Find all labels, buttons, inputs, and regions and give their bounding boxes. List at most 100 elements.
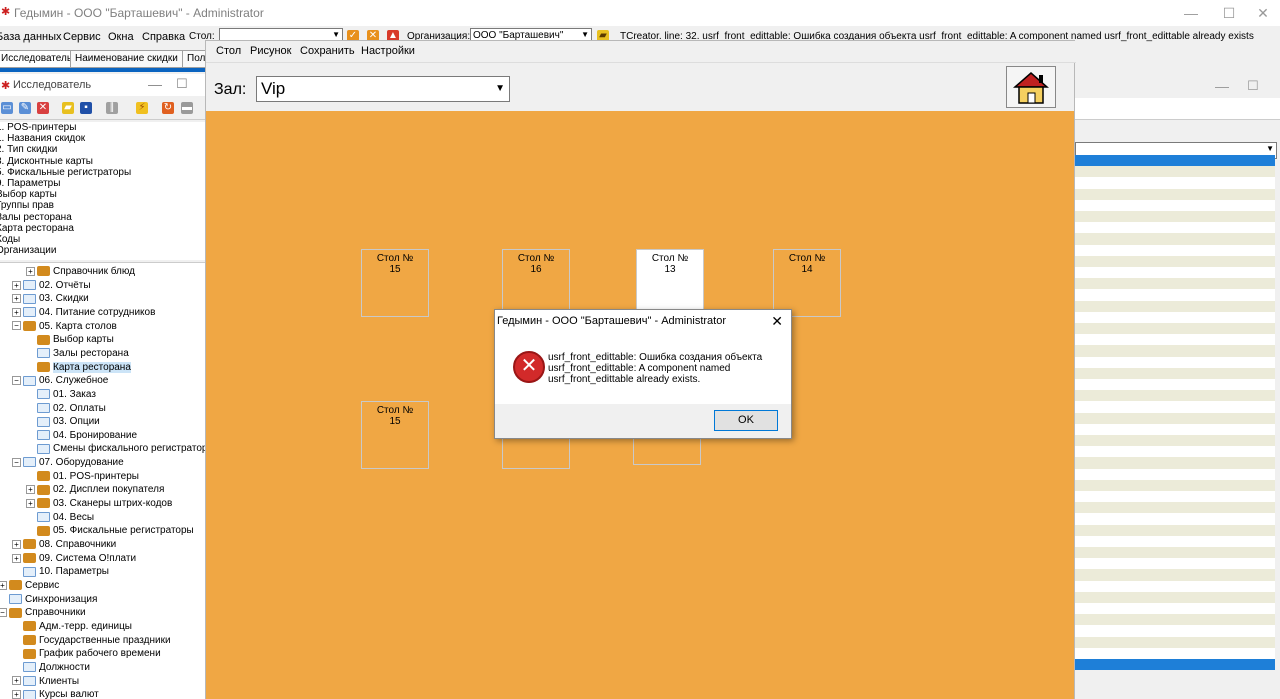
open-icon[interactable]: ▰ [62,102,74,114]
tree-item[interactable]: − 06. Служебное [12,374,108,387]
minimize-icon[interactable]: — [1215,78,1229,94]
grid-row[interactable] [1075,659,1275,670]
grid-row[interactable] [1075,535,1275,547]
expand-icon[interactable]: + [12,553,21,563]
grid-row[interactable] [1075,603,1275,615]
quick-list-item[interactable]: Коды [0,234,20,245]
grid-row[interactable] [1075,199,1275,211]
grid-row[interactable] [1075,502,1275,514]
expand-icon[interactable]: + [26,485,35,495]
delete-record-icon[interactable]: ✕ [37,102,49,114]
grid-row[interactable] [1075,513,1275,525]
menu-save[interactable]: Сохранить [300,45,355,57]
tree-item[interactable]: − Справочники [0,606,86,619]
grid-row[interactable] [1075,647,1275,659]
attach-icon[interactable]: ∥ [106,102,118,114]
table-tile[interactable]: Стол № 15 [361,249,429,317]
tree-item[interactable]: + Курсы валют [12,688,99,699]
expand-icon[interactable]: + [12,307,21,317]
grid-row[interactable] [1075,356,1275,368]
minimize-icon[interactable]: — [148,76,162,92]
tree-item[interactable]: 05. Фискальные регистраторы [26,524,194,537]
table-tile[interactable]: Стол № 13 [636,249,704,317]
tree-item[interactable]: +03. Скидки [12,292,89,305]
maximize-icon[interactable]: ☐ [176,76,188,92]
expand-icon[interactable]: + [26,266,35,276]
tree-item[interactable]: +09. Система О!плати [12,552,136,565]
hall-select[interactable]: Vip ▼ [256,76,510,102]
grid-row[interactable] [1075,334,1275,346]
grid-row[interactable] [1075,367,1275,379]
grid-row[interactable] [1075,345,1275,357]
quick-list-item[interactable]: 2. Тип скидки [0,144,57,155]
grid-row[interactable] [1075,233,1275,245]
grid-row[interactable] [1075,177,1275,189]
menu-settings[interactable]: Настройки [361,45,415,57]
grid-row[interactable] [1075,569,1275,581]
tree-item[interactable]: Карта ресторана [26,361,131,374]
tree-item[interactable]: Государственные праздники [12,634,171,647]
tree-item[interactable]: +08. Справочники [12,538,116,551]
expand-icon[interactable]: + [12,294,21,304]
tree-item[interactable]: 02. Оплаты [26,402,106,415]
menu-service[interactable]: Сервис [63,31,101,43]
grid-row[interactable] [1075,222,1275,234]
quick-list-item[interactable]: Выбор карты [0,189,57,200]
grid-row[interactable] [1075,166,1275,178]
maximize-icon[interactable]: ☐ [1247,78,1259,94]
menu-windows[interactable]: Окна [108,31,134,43]
tree-item[interactable]: +02. Дисплеи покупателя [26,483,164,496]
collapse-icon[interactable]: − [0,608,7,618]
quick-list-item[interactable]: Залы ресторана [0,212,72,223]
collapse-icon[interactable]: − [12,376,21,386]
grid-row[interactable] [1075,591,1275,603]
menu-table[interactable]: Стол [216,45,241,57]
expand-icon[interactable]: + [12,676,21,686]
tree-item[interactable]: 01. POS-принтеры [26,470,139,483]
grid-row[interactable] [1075,468,1275,480]
expand-icon[interactable]: + [12,539,21,549]
tree-item[interactable]: − 05. Карта столов [12,320,117,333]
grid-row[interactable] [1075,379,1275,391]
expand-icon[interactable]: + [0,580,7,590]
tree-item[interactable]: + Справочник блюд [26,265,135,278]
grid-row[interactable] [1075,278,1275,290]
tree-item[interactable]: 01. Заказ [26,388,96,401]
collapse-icon[interactable]: − [12,321,21,331]
grid-row[interactable] [1075,558,1275,570]
collapse-icon[interactable]: − [12,457,21,467]
grid-row[interactable] [1075,300,1275,312]
expand-icon[interactable]: + [12,690,21,699]
refresh-icon[interactable]: ↻ [162,102,174,114]
tab-explorer[interactable]: Исследователь [0,50,78,68]
tree-item[interactable]: 10. Параметры [12,565,109,578]
grid-row[interactable] [1075,636,1275,648]
tab-discount-name[interactable]: Наименование скидки [70,50,183,68]
tree-item[interactable]: Выбор карты [26,333,114,346]
save-icon[interactable]: ▪ [80,102,92,114]
home-button[interactable] [1006,66,1056,108]
folder-icon[interactable]: ▬ [181,102,193,114]
grid-row[interactable] [1075,412,1275,424]
grid-row[interactable] [1075,255,1275,267]
tree-item[interactable]: + Сервис [0,579,59,592]
grid-row[interactable] [1075,401,1275,413]
tree-item[interactable]: Адм.-терр. единицы [12,620,132,633]
quick-list-item[interactable]: 5. Фискальные регистраторы [0,167,131,178]
grid-row[interactable] [1075,289,1275,301]
grid-row[interactable] [1075,547,1275,559]
tree-item[interactable]: +02. Отчёты [12,279,91,292]
tree-item[interactable]: +03. Сканеры штрих-кодов [26,497,172,510]
grid-row[interactable] [1075,155,1275,167]
grid-row[interactable] [1075,524,1275,536]
tree-item[interactable]: − 07. Оборудование [12,456,124,469]
expand-icon[interactable]: + [26,498,35,508]
menu-database[interactable]: База данных [0,31,62,43]
tree-item[interactable]: Залы ресторана [26,347,129,360]
lightning-icon[interactable]: ⚡ [136,102,148,114]
grid-row[interactable] [1075,423,1275,435]
expand-icon[interactable]: + [12,280,21,290]
tree-item[interactable]: +04. Питание сотрудников [12,306,155,319]
dialog-close-button[interactable]: ✕ [771,313,783,330]
menu-picture[interactable]: Рисунок [250,45,292,57]
